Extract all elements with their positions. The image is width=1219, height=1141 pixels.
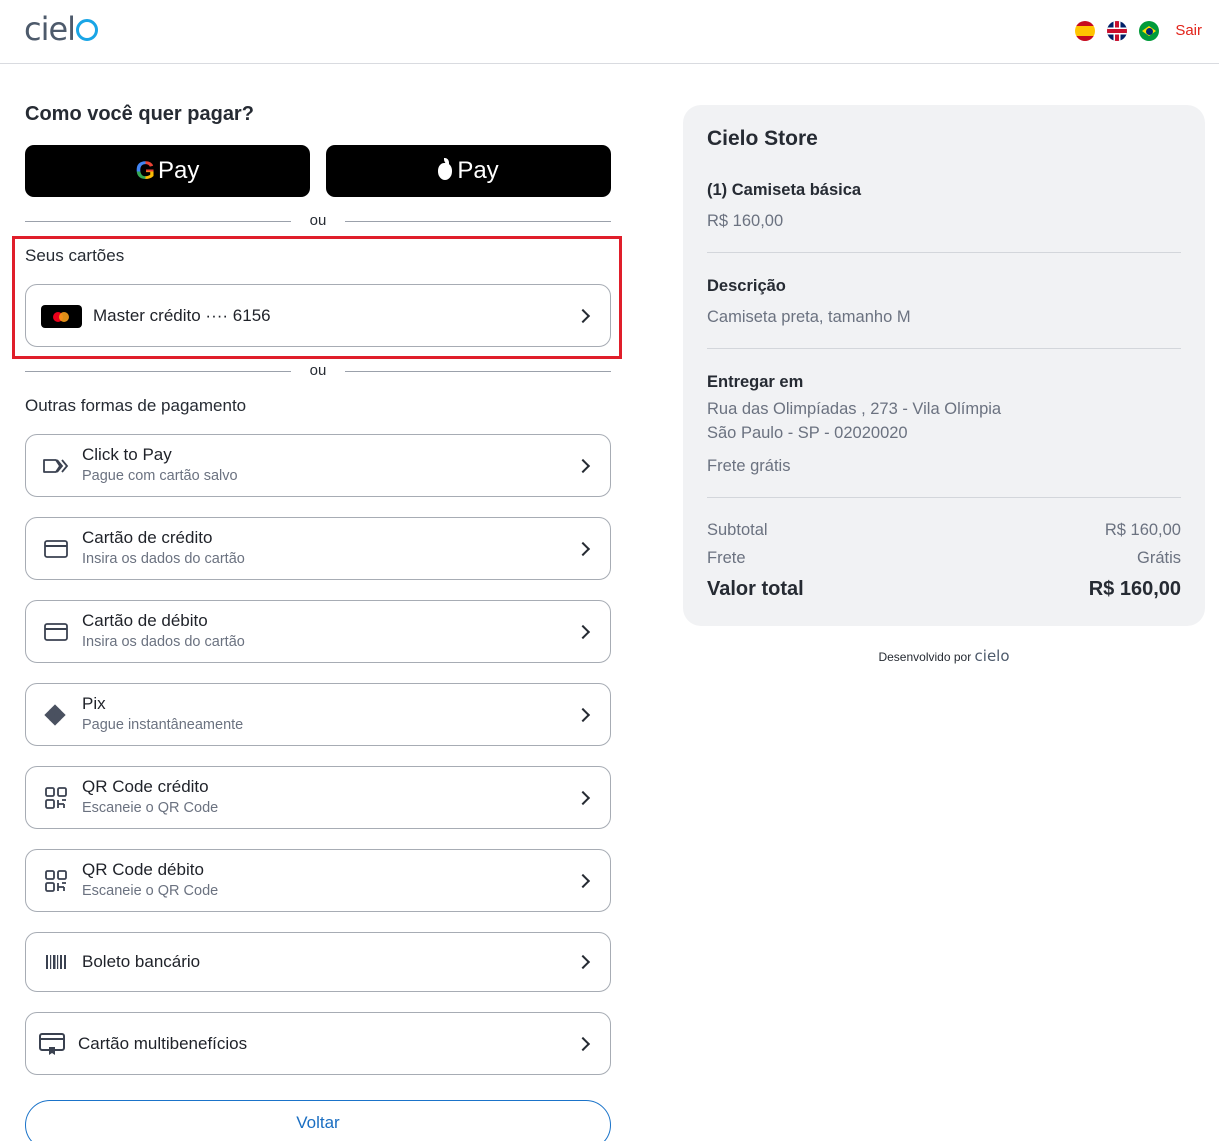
pix-icon [44,703,66,726]
method-qr-debit[interactable]: QR Code débito Escaneie o QR Code [25,849,611,912]
frete-row: Frete Grátis [707,549,1181,568]
description-label: Descrição [707,277,786,295]
method-title: Cartão de débito [82,611,208,630]
google-g-icon: G [135,156,156,185]
chevron-right-icon [575,873,591,888]
subtotal-label: Subtotal [707,521,768,539]
cielo-logo: ciel [24,10,99,48]
apple-pay-label: Pay [457,157,499,184]
store-name: Cielo Store [707,127,818,150]
debit-card-icon [44,622,68,641]
footer-cielo-logo: cielo [974,647,1010,665]
subtotal-value: R$ 160,00 [1104,521,1181,539]
summary-divider [707,497,1181,498]
total-row: Valor total R$ 160,00 [707,578,1181,601]
credit-card-icon [44,539,68,558]
chevron-right-icon [575,707,591,722]
total-value: R$ 160,00 [1088,578,1181,600]
address-line-1: Rua das Olimpíadas , 273 - Vila Olímpia [707,400,1002,418]
method-pix[interactable]: Pix Pague instantâneamente [25,683,611,746]
apple-pay-button[interactable]: Pay [326,145,611,197]
chevron-right-icon [575,308,591,323]
mastercard-icon [41,305,82,328]
method-title: QR Code crédito [82,777,209,796]
item-price: R$ 160,00 [707,212,784,230]
click-to-pay-icon [43,458,69,473]
frete-value: Grátis [1136,549,1181,567]
address-line-2: São Paulo - SP - 02020020 [707,424,908,442]
description-text: Camiseta preta, tamanho M [707,308,911,326]
google-pay-label: Pay [158,157,200,184]
method-multibenefit-card[interactable]: Cartão multibenefícios [25,1012,611,1075]
method-click-to-pay[interactable]: Click to Pay Pague com cartão salvo [25,434,611,497]
chevron-right-icon [575,1036,591,1051]
flag-brazil-icon[interactable] [1139,21,1159,41]
chevron-right-icon [575,954,591,970]
powered-by-text: Desenvolvido por [878,650,972,664]
method-subtitle: Pague com cartão salvo [82,468,238,484]
apple-logo-icon [438,157,453,180]
method-boleto[interactable]: Boleto bancário [25,932,611,992]
method-title: Cartão multibenefícios [78,1033,248,1053]
summary-divider [707,348,1181,349]
frete-label: Frete [707,549,746,567]
top-header: ciel Sair [0,0,1219,64]
saved-cards-label: Seus cartões [25,246,125,265]
chevron-right-icon [575,624,591,639]
barcode-icon [46,955,66,969]
method-subtitle: Pague instantâneamente [82,717,244,733]
method-subtitle: Escaneie o QR Code [82,883,219,899]
method-subtitle: Insira os dados do cartão [82,551,245,567]
item-name: (1) Camiseta básica [707,181,862,199]
chevron-right-icon [575,790,591,805]
method-title: Cartão de crédito [82,528,213,547]
method-qr-credit[interactable]: QR Code crédito Escaneie o QR Code [25,766,611,829]
divider-or: ou [25,212,611,232]
order-summary: Cielo Store (1) Camiseta básica R$ 160,0… [683,105,1205,626]
method-credit-card[interactable]: Cartão de crédito Insira os dados do car… [25,517,611,580]
google-pay-button[interactable]: G Pay [25,145,310,197]
method-title: Pix [82,694,106,713]
flag-spain-icon[interactable] [1075,21,1095,41]
flag-uk-icon[interactable] [1107,21,1127,41]
page-title: Como você quer pagar? [25,103,254,125]
method-title: QR Code débito [82,860,204,879]
benefit-card-icon [39,1032,65,1055]
language-selector [1075,21,1159,41]
chevron-right-icon [575,541,591,556]
delivery-label: Entregar em [707,373,804,391]
method-title: Boleto bancário [82,952,201,971]
method-title: Click to Pay [82,445,172,464]
summary-divider [707,252,1181,253]
back-button[interactable]: Voltar [25,1100,611,1141]
method-subtitle: Insira os dados do cartão [82,634,245,650]
logout-link[interactable]: Sair [1175,22,1202,39]
qr-code-icon [45,869,67,892]
saved-card-item[interactable]: Master crédito ···· 6156 [25,284,611,347]
shipping-note: Frete grátis [707,457,791,475]
method-debit-card[interactable]: Cartão de débito Insira os dados do cart… [25,600,611,663]
qr-code-icon [45,786,67,809]
method-subtitle: Escaneie o QR Code [82,800,219,816]
total-label: Valor total [707,578,804,600]
chevron-right-icon [575,458,591,473]
saved-card-label: Master crédito ···· 6156 [93,306,271,325]
subtotal-row: Subtotal R$ 160,00 [707,521,1181,540]
powered-by-footer: Desenvolvido por cielo [683,647,1205,665]
divider-or: ou [25,362,611,382]
other-methods-label: Outras formas de pagamento [25,396,247,415]
